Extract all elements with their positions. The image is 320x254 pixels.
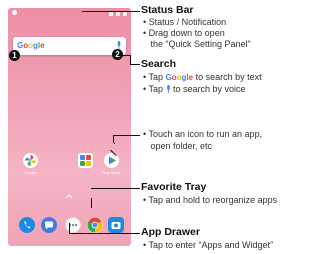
message-icon (45, 221, 53, 230)
messages-app-icon[interactable] (41, 217, 57, 233)
app-drawer-button[interactable] (65, 217, 81, 233)
status-bar[interactable] (8, 8, 131, 18)
camera-icon (111, 222, 121, 229)
app-drawer-title: App Drawer (141, 226, 200, 238)
search-desc-1-prefix: • Tap (143, 72, 166, 82)
apps-desc-1: • Touch an icon to run an app, (143, 129, 263, 139)
google-logo[interactable]: Google (17, 41, 45, 50)
google-search-bar[interactable]: Google (13, 37, 126, 55)
chrome-icon (87, 217, 103, 233)
folder-apps-icon (80, 155, 91, 166)
chevron-up-icon[interactable] (65, 194, 73, 199)
search-connector-c (130, 64, 140, 65)
app-label-play-store: Play Store (101, 170, 121, 175)
tray-connector-b (91, 188, 140, 189)
search-desc-1-suffix: to search by text (193, 72, 262, 82)
phone-icon (24, 221, 31, 229)
inline-google-logo: Google (165, 73, 194, 82)
photos-app-icon[interactable] (23, 153, 38, 168)
notification-icon (12, 10, 17, 15)
apps-connector-dot (114, 143, 115, 144)
app-label-google: Google (23, 170, 37, 175)
phone-home-screen: Google Google Play Store (8, 8, 131, 246)
search-desc-2: • Tap to search by voice (143, 84, 246, 96)
drawer-connector-a (69, 223, 70, 233)
camera-app-icon[interactable] (108, 217, 124, 233)
apps-connector-c (113, 135, 140, 136)
status-bar-title: Status Bar (141, 4, 194, 16)
status-bar-connector (82, 11, 140, 12)
favorite-tray-desc: • Tap and hold to reorganize apps (143, 195, 278, 205)
search-desc-2-prefix: • Tap (143, 84, 166, 94)
app-drawer-desc: • Tap to enter “Apps and Widget” (143, 240, 274, 250)
tray-connector-a (91, 198, 92, 208)
status-bar-desc-2: • Drag down to open (143, 28, 225, 38)
apps-desc-2: open folder, etc (143, 141, 213, 151)
play-store-app-icon[interactable] (104, 153, 119, 168)
pinwheel-icon (23, 153, 38, 168)
apps-connector-b (113, 135, 114, 143)
drawer-connector-b (69, 233, 140, 234)
phone-app-icon[interactable] (19, 217, 35, 233)
callout-badge-1: 1 (9, 50, 20, 61)
favorite-tray-title: Favorite Tray (141, 181, 207, 193)
search-desc-1: • Tap Google to search by text (143, 72, 262, 84)
status-bar-desc-1: • Status / Notification (143, 17, 227, 27)
search-desc-2-suffix: to search by voice (170, 84, 246, 94)
play-triangle-icon (104, 153, 119, 168)
search-title: Search (141, 58, 177, 70)
status-bar-desc-3: the “Quick Setting Panel” (143, 39, 251, 49)
google-folder-icon[interactable] (78, 153, 93, 168)
search-connector-a (118, 55, 130, 56)
chrome-app-icon[interactable] (87, 217, 103, 233)
mic-icon[interactable] (117, 41, 121, 49)
